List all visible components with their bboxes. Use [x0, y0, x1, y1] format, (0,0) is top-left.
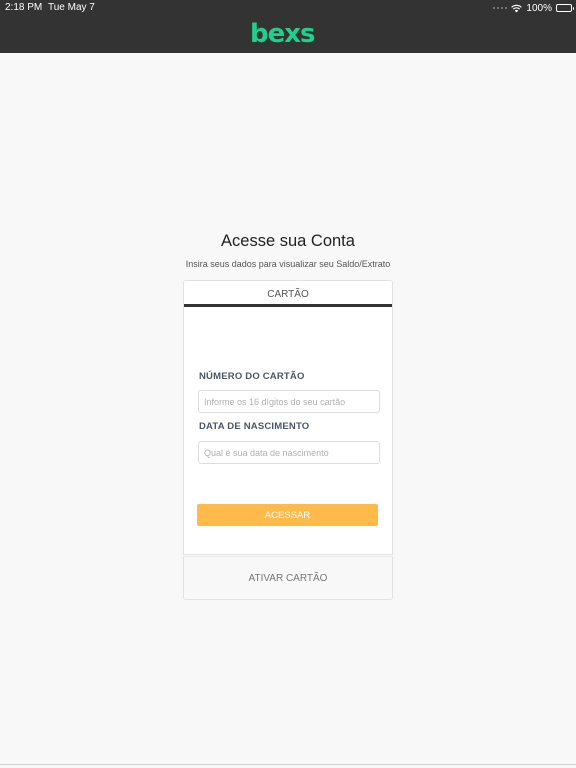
app-header: 2:18 PM Tue May 7 100% bexs — [0, 0, 576, 53]
status-indicators: 100% — [493, 2, 574, 14]
page-title: Acesse sua Conta — [221, 232, 355, 250]
logo-text: bexs — [250, 20, 315, 46]
birth-date-label: DATA DE NASCIMENTO — [199, 421, 310, 432]
card-number-label: NÚMERO DO CARTÃO — [199, 371, 305, 382]
status-time: 2:18 PM — [5, 2, 43, 13]
tab-active-indicator — [184, 304, 392, 307]
activate-card-button[interactable]: ATIVAR CARTÃO — [183, 556, 393, 600]
login-card: CARTÃO NÚMERO DO CARTÃO DATA DE NASCIMEN… — [183, 280, 393, 555]
birth-date-input[interactable] — [198, 441, 380, 464]
acessar-button[interactable]: ACESSAR — [197, 504, 378, 526]
wifi-icon — [511, 4, 523, 12]
signal-dots-icon — [493, 7, 508, 9]
battery-icon — [556, 4, 574, 12]
card-number-input[interactable] — [198, 390, 380, 413]
page-subtitle: Insira seus dados para visualizar seu Sa… — [185, 259, 391, 269]
bexs-logo: bexs — [250, 19, 330, 51]
bottom-divider — [0, 764, 576, 765]
battery-percent: 100% — [526, 2, 552, 14]
status-date: Tue May 7 — [48, 2, 95, 13]
